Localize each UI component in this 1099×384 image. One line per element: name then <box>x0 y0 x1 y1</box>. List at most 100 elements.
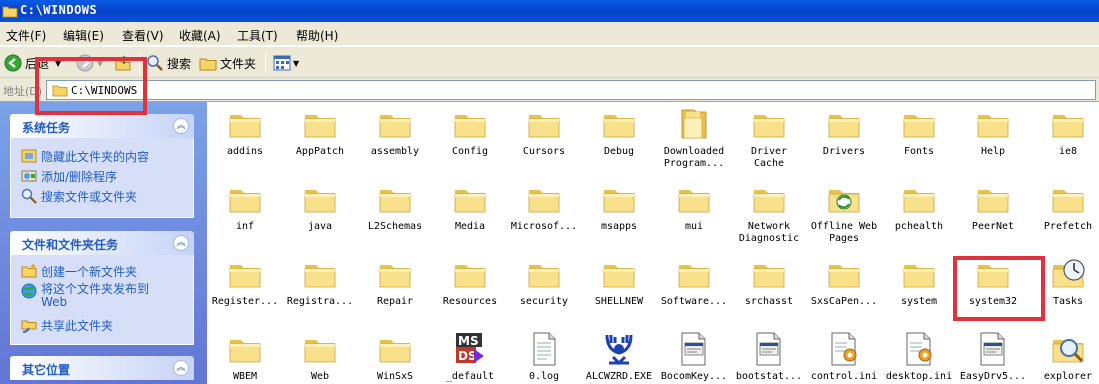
file-item[interactable]: Register... <box>207 256 283 308</box>
file-item[interactable]: Config <box>432 106 508 158</box>
task-share-folder[interactable]: 共享此文件夹 <box>21 317 113 334</box>
folder-icon <box>227 331 263 367</box>
folder-icon <box>377 106 413 142</box>
file-item[interactable]: msapps <box>581 181 657 233</box>
task-publish-folder-to-web[interactable]: 将这个文件夹发布到 Web <box>21 283 149 309</box>
file-item[interactable]: Network Diagnostic <box>731 181 807 245</box>
file-item[interactable]: Fonts <box>881 106 957 158</box>
other-places-header[interactable]: 其它位置 ︽ <box>10 356 194 380</box>
address-input[interactable]: C:\WINDOWS <box>46 80 1096 100</box>
file-item[interactable]: Help <box>955 106 1031 158</box>
file-item[interactable]: inf <box>207 181 283 233</box>
file-item[interactable]: assembly <box>357 106 433 158</box>
file-label: mui <box>684 221 704 232</box>
task-new-folder[interactable]: 创建一个新文件夹 <box>21 263 137 280</box>
file-item[interactable]: explorer <box>1030 331 1099 383</box>
folder-icon <box>452 181 488 217</box>
menu-edit[interactable]: 编辑(E) <box>63 27 104 44</box>
file-label: msapps <box>600 221 638 232</box>
file-item[interactable]: BocomKey... <box>656 331 732 383</box>
file-item[interactable]: SHELLNEW <box>581 256 657 308</box>
file-item[interactable]: PeerNet <box>955 181 1031 233</box>
file-label: system32 <box>968 296 1018 307</box>
file-item[interactable]: Cursors <box>506 106 582 158</box>
file-item[interactable]: system <box>881 256 957 308</box>
file-item[interactable]: AppPatch <box>282 106 358 158</box>
file-item[interactable]: Registra... <box>282 256 358 308</box>
collapse-icon[interactable]: ︽ <box>173 118 189 134</box>
menu-view[interactable]: 查看(V) <box>122 27 164 44</box>
folder-icon <box>302 331 338 367</box>
search-icon <box>147 55 163 71</box>
menu-tools[interactable]: 工具(T) <box>237 27 278 44</box>
task-search-files[interactable]: 搜索文件或文件夹 <box>21 188 137 205</box>
file-item[interactable]: EasyDrv5... <box>955 331 1031 383</box>
up-folder-icon <box>115 55 131 71</box>
back-button[interactable]: 后退 ▼ <box>4 52 61 74</box>
file-item[interactable]: java <box>282 181 358 233</box>
file-item[interactable]: WBEM <box>207 331 283 383</box>
search-button[interactable]: 搜索 <box>146 52 191 74</box>
file-item[interactable]: desktop.ini <box>881 331 957 383</box>
file-label: explorer <box>1043 371 1093 382</box>
file-item[interactable]: Driver Cache <box>731 106 807 170</box>
file-item[interactable]: bootstat... <box>731 331 807 383</box>
collapse-icon[interactable]: ︽ <box>173 360 189 376</box>
file-item[interactable]: system32 <box>955 256 1031 308</box>
file-item[interactable]: SxsCaPen... <box>806 256 882 308</box>
file-folder-tasks-body: 创建一个新文件夹 将这个文件夹发布到 Web 共享此文件夹 <box>10 255 194 345</box>
file-label: system <box>900 296 938 307</box>
file-item[interactable]: Repair <box>357 256 433 308</box>
file-item[interactable]: control.ini <box>806 331 882 383</box>
file-item[interactable]: security <box>506 256 582 308</box>
file-item[interactable]: srchasst <box>731 256 807 308</box>
file-item[interactable]: Resources <box>432 256 508 308</box>
file-folder-tasks-header[interactable]: 文件和文件夹任务 ︽ <box>10 231 194 255</box>
file-item[interactable]: pchealth <box>881 181 957 233</box>
file-label: WinSxS <box>376 371 414 382</box>
views-button[interactable]: ▼ <box>273 52 299 74</box>
msdos-icon: MS DS <box>452 331 488 367</box>
folder-icon <box>1050 106 1086 142</box>
menu-favorites[interactable]: 收藏(A) <box>179 27 221 44</box>
file-item[interactable]: L2Schemas <box>357 181 433 233</box>
file-item[interactable]: Prefetch <box>1030 181 1099 233</box>
file-item[interactable]: Debug <box>581 106 657 158</box>
file-item[interactable]: addins <box>207 106 283 158</box>
file-item[interactable]: mui <box>656 181 732 233</box>
file-item[interactable]: Offline Web Pages <box>806 181 882 245</box>
folder-icon <box>452 256 488 292</box>
menu-file[interactable]: 文件(F) <box>6 27 46 44</box>
collapse-icon[interactable]: ︽ <box>173 235 189 251</box>
file-item[interactable]: ALCWZRD.EXE <box>581 331 657 383</box>
file-label: addins <box>226 146 264 157</box>
file-item[interactable]: Drivers <box>806 106 882 158</box>
file-item[interactable]: Microsof... <box>506 181 582 233</box>
folder-icon <box>826 106 862 142</box>
task-hide-folder-contents[interactable]: 隐藏此文件夹的内容 <box>21 148 149 165</box>
scheduled-tasks-icon <box>1050 256 1086 292</box>
add-remove-programs-icon <box>21 170 37 182</box>
menu-help[interactable]: 帮助(H) <box>296 27 338 44</box>
folder-icon <box>901 256 937 292</box>
file-item[interactable]: ie8 <box>1030 106 1099 158</box>
file-item[interactable]: MS DS _default <box>432 331 508 383</box>
chevron-down-icon: ▼ <box>293 58 300 68</box>
forward-button[interactable]: ▼ <box>76 52 103 74</box>
file-label: Driver Cache <box>750 146 788 169</box>
task-label: 将这个文件夹发布到 Web <box>41 282 150 309</box>
system-tasks-header[interactable]: 系统任务 ︽ <box>10 114 194 138</box>
ini-file-icon <box>901 331 937 367</box>
up-folder-button[interactable] <box>114 52 132 74</box>
task-add-remove-programs[interactable]: 添加/删除程序 <box>21 168 117 185</box>
file-item[interactable]: Software... <box>656 256 732 308</box>
file-item[interactable]: 0.log <box>506 331 582 383</box>
file-item[interactable]: Web <box>282 331 358 383</box>
file-item[interactable]: WinSxS <box>357 331 433 383</box>
file-item[interactable]: Downloaded Program... <box>656 106 732 170</box>
file-item[interactable]: Media <box>432 181 508 233</box>
file-item[interactable]: Tasks <box>1030 256 1099 308</box>
folders-button[interactable]: 文件夹 <box>199 52 256 74</box>
address-value: C:\WINDOWS <box>71 84 138 97</box>
file-label: Web <box>310 371 330 382</box>
